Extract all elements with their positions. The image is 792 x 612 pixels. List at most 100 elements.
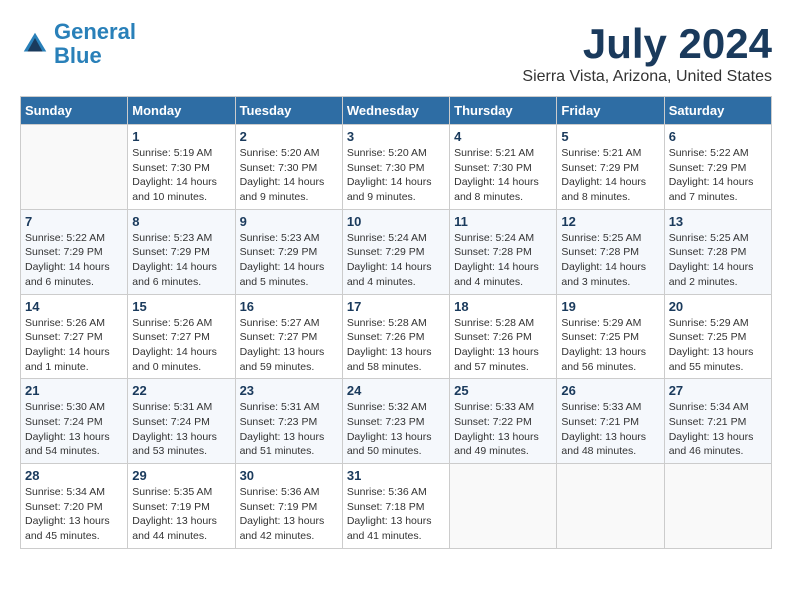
calendar-cell: 14 Sunrise: 5:26 AMSunset: 7:27 PMDayligh…	[21, 294, 128, 379]
calendar-cell: 19 Sunrise: 5:29 AMSunset: 7:25 PMDayligh…	[557, 294, 664, 379]
day-number: 20	[669, 299, 767, 314]
calendar-cell: 24 Sunrise: 5:32 AMSunset: 7:23 PMDayligh…	[342, 379, 449, 464]
day-info: Sunrise: 5:33 AMSunset: 7:22 PMDaylight:…	[454, 400, 552, 459]
day-number: 12	[561, 214, 659, 229]
header-cell-saturday: Saturday	[664, 97, 771, 125]
calendar-cell: 27 Sunrise: 5:34 AMSunset: 7:21 PMDayligh…	[664, 379, 771, 464]
day-info: Sunrise: 5:21 AMSunset: 7:30 PMDaylight:…	[454, 146, 552, 205]
day-info: Sunrise: 5:34 AMSunset: 7:21 PMDaylight:…	[669, 400, 767, 459]
calendar-cell	[664, 464, 771, 549]
day-info: Sunrise: 5:32 AMSunset: 7:23 PMDaylight:…	[347, 400, 445, 459]
day-number: 27	[669, 383, 767, 398]
day-info: Sunrise: 5:24 AMSunset: 7:28 PMDaylight:…	[454, 231, 552, 290]
day-number: 31	[347, 468, 445, 483]
day-info: Sunrise: 5:28 AMSunset: 7:26 PMDaylight:…	[454, 316, 552, 375]
day-number: 14	[25, 299, 123, 314]
calendar-cell: 31 Sunrise: 5:36 AMSunset: 7:18 PMDayligh…	[342, 464, 449, 549]
day-info: Sunrise: 5:25 AMSunset: 7:28 PMDaylight:…	[561, 231, 659, 290]
day-number: 13	[669, 214, 767, 229]
day-info: Sunrise: 5:26 AMSunset: 7:27 PMDaylight:…	[132, 316, 230, 375]
day-number: 24	[347, 383, 445, 398]
day-number: 17	[347, 299, 445, 314]
header-cell-monday: Monday	[128, 97, 235, 125]
day-info: Sunrise: 5:29 AMSunset: 7:25 PMDaylight:…	[561, 316, 659, 375]
header-cell-thursday: Thursday	[450, 97, 557, 125]
day-number: 28	[25, 468, 123, 483]
day-number: 30	[240, 468, 338, 483]
calendar-cell: 18 Sunrise: 5:28 AMSunset: 7:26 PMDayligh…	[450, 294, 557, 379]
calendar-cell: 28 Sunrise: 5:34 AMSunset: 7:20 PMDayligh…	[21, 464, 128, 549]
day-number: 11	[454, 214, 552, 229]
day-info: Sunrise: 5:22 AMSunset: 7:29 PMDaylight:…	[25, 231, 123, 290]
calendar-cell: 29Sunrise: 5:35 AMSunset: 7:19 PMDayligh…	[128, 464, 235, 549]
day-info: Sunrise: 5:31 AMSunset: 7:23 PMDaylight:…	[240, 400, 338, 459]
day-info: Sunrise: 5:29 AMSunset: 7:25 PMDaylight:…	[669, 316, 767, 375]
day-info: Sunrise: 5:30 AMSunset: 7:24 PMDaylight:…	[25, 400, 123, 459]
month-title: July 2024	[522, 20, 772, 68]
calendar-cell: 5 Sunrise: 5:21 AMSunset: 7:29 PMDaylight…	[557, 125, 664, 210]
title-area: July 2024 Sierra Vista, Arizona, United …	[522, 20, 772, 86]
day-number: 9	[240, 214, 338, 229]
calendar-cell: 20 Sunrise: 5:29 AMSunset: 7:25 PMDayligh…	[664, 294, 771, 379]
day-info: Sunrise: 5:27 AMSunset: 7:27 PMDaylight:…	[240, 316, 338, 375]
day-info: Sunrise: 5:36 AMSunset: 7:18 PMDaylight:…	[347, 485, 445, 544]
calendar-cell: 11 Sunrise: 5:24 AMSunset: 7:28 PMDayligh…	[450, 209, 557, 294]
day-info: Sunrise: 5:24 AMSunset: 7:29 PMDaylight:…	[347, 231, 445, 290]
day-number: 23	[240, 383, 338, 398]
calendar-cell: 13 Sunrise: 5:25 AMSunset: 7:28 PMDayligh…	[664, 209, 771, 294]
day-number: 26	[561, 383, 659, 398]
day-number: 22	[132, 383, 230, 398]
day-info: Sunrise: 5:21 AMSunset: 7:29 PMDaylight:…	[561, 146, 659, 205]
day-number: 8	[132, 214, 230, 229]
day-number: 10	[347, 214, 445, 229]
day-number: 1	[132, 129, 230, 144]
calendar-cell: 23 Sunrise: 5:31 AMSunset: 7:23 PMDayligh…	[235, 379, 342, 464]
calendar-cell: 16 Sunrise: 5:27 AMSunset: 7:27 PMDayligh…	[235, 294, 342, 379]
calendar-cell: 17 Sunrise: 5:28 AMSunset: 7:26 PMDayligh…	[342, 294, 449, 379]
day-number: 4	[454, 129, 552, 144]
calendar-cell: 4 Sunrise: 5:21 AMSunset: 7:30 PMDaylight…	[450, 125, 557, 210]
header-cell-wednesday: Wednesday	[342, 97, 449, 125]
calendar-body: 1 Sunrise: 5:19 AMSunset: 7:30 PMDaylight…	[21, 125, 772, 549]
day-number: 2	[240, 129, 338, 144]
logo-icon	[20, 29, 50, 59]
day-info: Sunrise: 5:33 AMSunset: 7:21 PMDaylight:…	[561, 400, 659, 459]
calendar-cell: 6Sunrise: 5:22 AMSunset: 7:29 PMDaylight…	[664, 125, 771, 210]
calendar-cell: 7Sunrise: 5:22 AMSunset: 7:29 PMDaylight…	[21, 209, 128, 294]
calendar-cell: 21 Sunrise: 5:30 AMSunset: 7:24 PMDayligh…	[21, 379, 128, 464]
calendar-cell: 12 Sunrise: 5:25 AMSunset: 7:28 PMDayligh…	[557, 209, 664, 294]
day-number: 21	[25, 383, 123, 398]
location: Sierra Vista, Arizona, United States	[522, 68, 772, 86]
calendar-cell: 10 Sunrise: 5:24 AMSunset: 7:29 PMDayligh…	[342, 209, 449, 294]
day-info: Sunrise: 5:34 AMSunset: 7:20 PMDaylight:…	[25, 485, 123, 544]
calendar-cell: 26 Sunrise: 5:33 AMSunset: 7:21 PMDayligh…	[557, 379, 664, 464]
calendar-cell	[21, 125, 128, 210]
day-number: 16	[240, 299, 338, 314]
day-info: Sunrise: 5:35 AMSunset: 7:19 PMDaylight:…	[132, 485, 230, 544]
calendar-week-3: 14 Sunrise: 5:26 AMSunset: 7:27 PMDayligh…	[21, 294, 772, 379]
day-info: Sunrise: 5:28 AMSunset: 7:26 PMDaylight:…	[347, 316, 445, 375]
calendar-cell: 1 Sunrise: 5:19 AMSunset: 7:30 PMDaylight…	[128, 125, 235, 210]
calendar-cell: 3Sunrise: 5:20 AMSunset: 7:30 PMDaylight…	[342, 125, 449, 210]
header-cell-tuesday: Tuesday	[235, 97, 342, 125]
logo: General Blue	[20, 20, 136, 68]
day-number: 25	[454, 383, 552, 398]
day-info: Sunrise: 5:25 AMSunset: 7:28 PMDaylight:…	[669, 231, 767, 290]
calendar-cell: 9 Sunrise: 5:23 AMSunset: 7:29 PMDaylight…	[235, 209, 342, 294]
day-number: 5	[561, 129, 659, 144]
header-cell-friday: Friday	[557, 97, 664, 125]
day-number: 3	[347, 129, 445, 144]
logo-text: General Blue	[54, 20, 136, 68]
calendar-week-1: 1 Sunrise: 5:19 AMSunset: 7:30 PMDaylight…	[21, 125, 772, 210]
calendar-week-5: 28 Sunrise: 5:34 AMSunset: 7:20 PMDayligh…	[21, 464, 772, 549]
day-info: Sunrise: 5:23 AMSunset: 7:29 PMDaylight:…	[240, 231, 338, 290]
calendar-week-2: 7Sunrise: 5:22 AMSunset: 7:29 PMDaylight…	[21, 209, 772, 294]
day-number: 19	[561, 299, 659, 314]
day-info: Sunrise: 5:31 AMSunset: 7:24 PMDaylight:…	[132, 400, 230, 459]
logo-line1: General	[54, 19, 136, 44]
header-cell-sunday: Sunday	[21, 97, 128, 125]
day-info: Sunrise: 5:26 AMSunset: 7:27 PMDaylight:…	[25, 316, 123, 375]
day-number: 18	[454, 299, 552, 314]
day-info: Sunrise: 5:19 AMSunset: 7:30 PMDaylight:…	[132, 146, 230, 205]
logo-line2: Blue	[54, 43, 102, 68]
